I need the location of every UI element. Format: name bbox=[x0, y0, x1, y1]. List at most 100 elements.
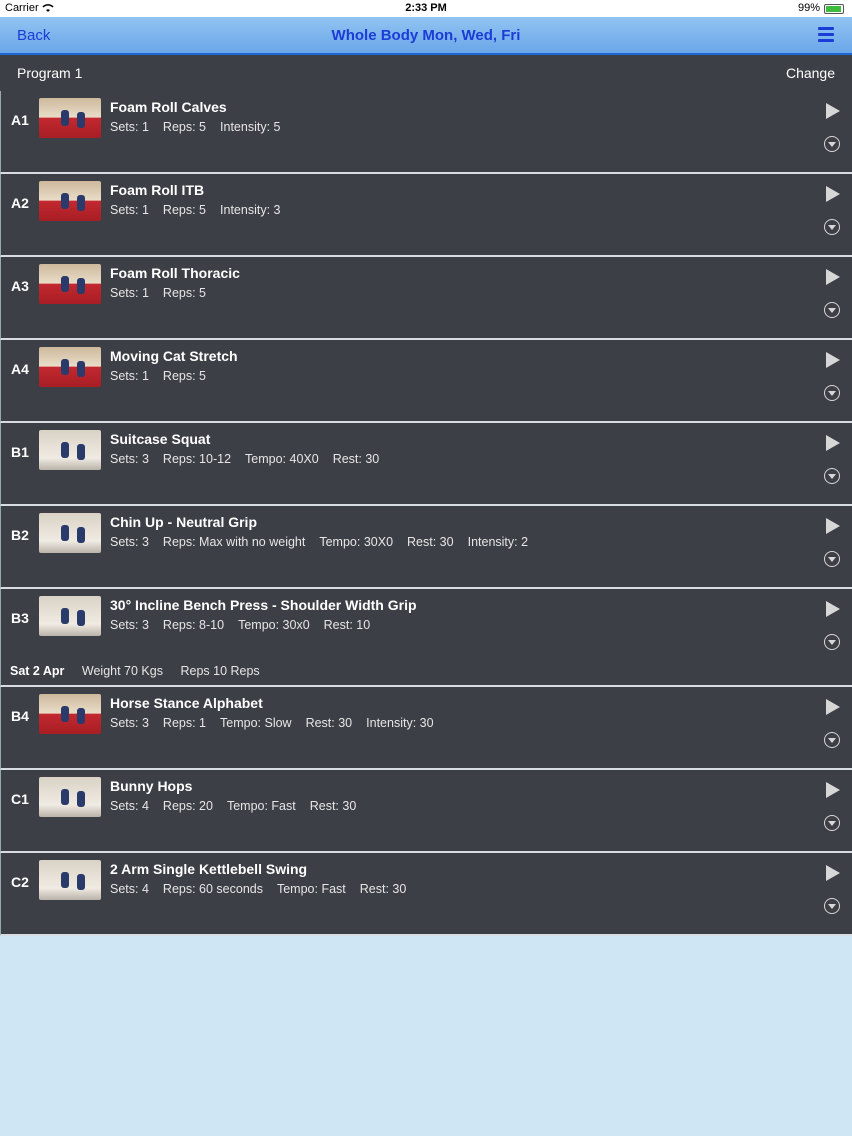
play-icon[interactable] bbox=[826, 782, 840, 798]
exercise-name: Foam Roll Calves bbox=[110, 99, 227, 115]
exercise-name: Bunny Hops bbox=[110, 778, 193, 794]
exercise-name: Foam Roll ITB bbox=[110, 182, 205, 198]
exercise-detail: Tempo: 30x0 bbox=[238, 618, 310, 632]
exercise-detail: Sets: 1 bbox=[110, 286, 149, 300]
play-icon[interactable] bbox=[826, 103, 840, 119]
navigation-bar: Back Whole Body Mon, Wed, Fri bbox=[0, 17, 852, 55]
history-reps: Reps 10 Reps bbox=[180, 664, 260, 678]
exercise-detail: Intensity: 2 bbox=[467, 535, 529, 549]
expand-chevron-icon[interactable] bbox=[824, 302, 840, 318]
exercise-detail: Intensity: 5 bbox=[220, 120, 281, 134]
exercise-detail: Tempo: Fast bbox=[226, 799, 296, 813]
exercise-row[interactable]: B4 Horse Stance Alphabet Sets: 3 Reps: 1 T… bbox=[0, 687, 852, 770]
battery-percent: 99% bbox=[797, 2, 820, 14]
exercise-detail: Reps: Max with no weight bbox=[162, 535, 306, 549]
hamburger-menu-icon[interactable] bbox=[818, 27, 834, 43]
exercise-row[interactable]: B1 Suitcase Squat Sets: 3 Reps: 10-12 Temp… bbox=[0, 423, 852, 506]
play-icon[interactable] bbox=[826, 269, 840, 285]
change-program-button[interactable]: Change bbox=[786, 65, 835, 81]
exercise-thumbnail[interactable] bbox=[39, 694, 101, 734]
exercise-row[interactable]: A2 Foam Roll ITB Sets: 1 Reps: 5 Intensity… bbox=[0, 174, 852, 257]
exercise-detail: Rest: 10 bbox=[323, 618, 371, 632]
exercise-row[interactable]: C2 2 Arm Single Kettlebell Swing Sets: 4… bbox=[0, 853, 852, 936]
exercise-row[interactable]: A3 Foam Roll Thoracic Sets: 1 Reps: 5 bbox=[0, 257, 852, 340]
exercise-thumbnail[interactable] bbox=[39, 98, 101, 138]
exercise-detail: Tempo: Slow bbox=[220, 716, 292, 730]
exercise-code: A2 bbox=[11, 195, 29, 211]
play-icon[interactable] bbox=[826, 352, 840, 368]
exercise-thumbnail[interactable] bbox=[39, 347, 101, 387]
exercise-row[interactable]: C1 Bunny Hops Sets: 4 Reps: 20 Tempo: Fast… bbox=[0, 770, 852, 853]
exercise-row[interactable]: B2 Chin Up - Neutral Grip Sets: 3 Reps: M… bbox=[0, 506, 852, 589]
exercise-details: Sets: 4 Reps: 20 Tempo: Fast Rest: 30 bbox=[110, 799, 370, 813]
exercise-name: Foam Roll Thoracic bbox=[110, 265, 240, 281]
exercise-code: A4 bbox=[11, 361, 29, 377]
exercise-detail: Reps: 20 bbox=[162, 799, 213, 813]
history-weight: Weight 70 Kgs bbox=[81, 664, 163, 678]
expand-chevron-icon[interactable] bbox=[824, 634, 840, 650]
exercise-name: Moving Cat Stretch bbox=[110, 348, 238, 364]
exercise-code: A3 bbox=[11, 278, 29, 294]
exercise-detail: Rest: 30 bbox=[309, 799, 357, 813]
exercise-detail: Sets: 1 bbox=[110, 120, 149, 134]
play-icon[interactable] bbox=[826, 518, 840, 534]
exercise-thumbnail[interactable] bbox=[39, 513, 101, 553]
exercise-thumbnail[interactable] bbox=[39, 777, 101, 817]
play-icon[interactable] bbox=[826, 699, 840, 715]
exercise-detail: Sets: 4 bbox=[110, 799, 149, 813]
exercise-name: Horse Stance Alphabet bbox=[110, 695, 263, 711]
exercise-details: Sets: 4 Reps: 60 seconds Tempo: Fast Rest: … bbox=[110, 882, 420, 896]
exercise-detail: Sets: 1 bbox=[110, 369, 149, 383]
exercise-name: Suitcase Squat bbox=[110, 431, 211, 447]
expand-chevron-icon[interactable] bbox=[824, 898, 840, 914]
exercise-detail: Sets: 3 bbox=[110, 716, 149, 730]
play-icon[interactable] bbox=[826, 186, 840, 202]
exercise-details: Sets: 3 Reps: Max with no weight Tempo: 30… bbox=[110, 535, 542, 549]
exercise-row[interactable]: B3 30° Incline Bench Press - Shoulder Wi… bbox=[0, 589, 852, 687]
exercise-code: C1 bbox=[11, 791, 29, 807]
exercise-detail: Sets: 3 bbox=[110, 535, 149, 549]
exercise-thumbnail[interactable] bbox=[39, 596, 101, 636]
expand-chevron-icon[interactable] bbox=[824, 136, 840, 152]
page-title: Whole Body Mon, Wed, Fri bbox=[331, 27, 521, 44]
expand-chevron-icon[interactable] bbox=[824, 219, 840, 235]
exercise-name: 30° Incline Bench Press - Shoulder Width… bbox=[110, 597, 417, 613]
exercise-details: Sets: 3 Reps: 8-10 Tempo: 30x0 Rest: 10 bbox=[110, 618, 384, 632]
exercise-code: B2 bbox=[11, 527, 29, 543]
expand-chevron-icon[interactable] bbox=[824, 732, 840, 748]
last-session-history: Sat 2 Apr Weight 70 Kgs Reps 10 Reps bbox=[10, 664, 274, 678]
exercise-thumbnail[interactable] bbox=[39, 430, 101, 470]
play-icon[interactable] bbox=[826, 865, 840, 881]
exercise-row[interactable]: A1 Foam Roll Calves Sets: 1 Reps: 5 Intens… bbox=[0, 91, 852, 174]
exercise-detail: Reps: 8-10 bbox=[162, 618, 225, 632]
exercise-detail: Sets: 4 bbox=[110, 882, 149, 896]
exercise-details: Sets: 3 Reps: 10-12 Tempo: 40X0 Rest: 30 bbox=[110, 452, 393, 466]
expand-chevron-icon[interactable] bbox=[824, 551, 840, 567]
exercise-details: Sets: 1 Reps: 5 bbox=[110, 286, 220, 300]
exercise-detail: Sets: 1 bbox=[110, 203, 149, 217]
exercise-thumbnail[interactable] bbox=[39, 264, 101, 304]
play-icon[interactable] bbox=[826, 601, 840, 617]
exercise-code: B1 bbox=[11, 444, 29, 460]
exercise-code: C2 bbox=[11, 874, 29, 890]
exercise-detail: Tempo: 40X0 bbox=[245, 452, 319, 466]
expand-chevron-icon[interactable] bbox=[824, 385, 840, 401]
expand-chevron-icon[interactable] bbox=[824, 468, 840, 484]
exercise-detail: Reps: 1 bbox=[162, 716, 207, 730]
exercise-detail: Rest: 30 bbox=[359, 882, 407, 896]
expand-chevron-icon[interactable] bbox=[824, 815, 840, 831]
status-bar: Carrier 2:33 PM 99% bbox=[0, 0, 852, 17]
exercise-thumbnail[interactable] bbox=[39, 860, 101, 900]
battery-icon bbox=[824, 4, 844, 14]
exercise-detail: Reps: 5 bbox=[162, 120, 207, 134]
play-icon[interactable] bbox=[826, 435, 840, 451]
exercise-detail: Reps: 5 bbox=[162, 286, 207, 300]
exercise-detail: Intensity: 30 bbox=[366, 716, 434, 730]
exercise-detail: Sets: 3 bbox=[110, 452, 149, 466]
program-name: Program 1 bbox=[17, 65, 83, 81]
exercise-detail: Rest: 30 bbox=[332, 452, 380, 466]
exercise-name: 2 Arm Single Kettlebell Swing bbox=[110, 861, 308, 877]
exercise-row[interactable]: A4 Moving Cat Stretch Sets: 1 Reps: 5 bbox=[0, 340, 852, 423]
exercise-thumbnail[interactable] bbox=[39, 181, 101, 221]
exercise-name: Chin Up - Neutral Grip bbox=[110, 514, 257, 530]
